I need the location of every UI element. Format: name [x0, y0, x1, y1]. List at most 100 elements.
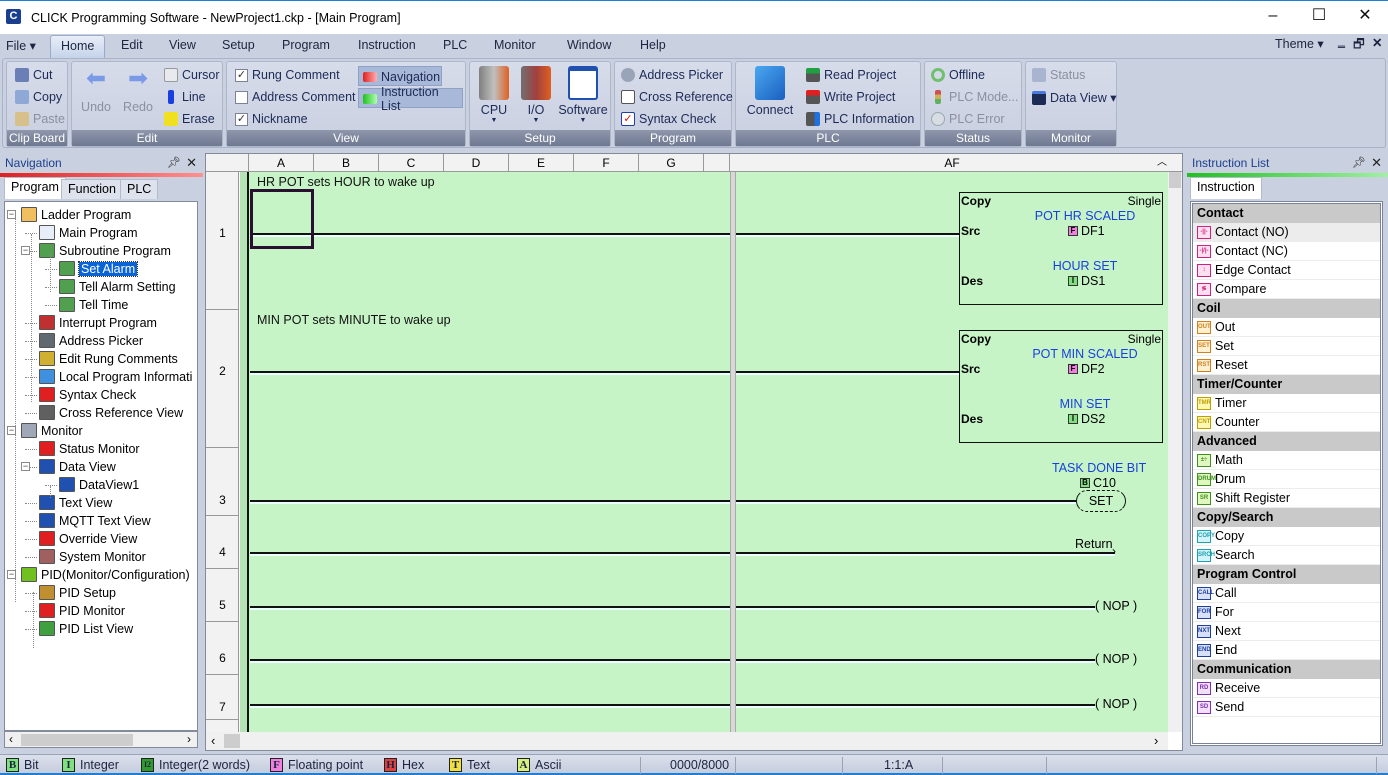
tab-function[interactable]: Function — [61, 179, 123, 199]
instruction-item[interactable]: TMR Timer — [1193, 394, 1380, 413]
nickname-checkbox[interactable]: ✓ Nickname — [235, 112, 308, 126]
instruction-item[interactable]: SRCH Search — [1193, 546, 1380, 565]
nop-coil[interactable]: ( NOP ) — [1095, 652, 1137, 666]
column-header-f[interactable]: F — [574, 154, 639, 172]
rung-number[interactable]: 6 — [206, 622, 239, 675]
column-header-b[interactable]: B — [314, 154, 379, 172]
menu-window[interactable]: Window — [567, 38, 611, 52]
plc-mode-button[interactable]: PLC Mode... — [931, 90, 1018, 104]
copy-instruction-box[interactable]: Copy Single Src Des POT MIN SCALED F DF2 … — [959, 330, 1163, 443]
close-panel-icon[interactable]: ✕ — [186, 153, 197, 173]
scroll-right-arrow-icon[interactable]: › — [187, 732, 191, 746]
menu-file[interactable]: File ▾ — [6, 38, 36, 53]
close-button[interactable]: ✕ — [1342, 1, 1388, 33]
cell-cursor[interactable] — [250, 189, 314, 249]
instruction-item[interactable]: CNT Counter — [1193, 413, 1380, 432]
status-monitor-button[interactable]: Status — [1032, 68, 1085, 82]
read-project-button[interactable]: Read Project — [806, 68, 896, 82]
column-splitter[interactable] — [730, 172, 736, 732]
tab-plc[interactable]: PLC — [120, 179, 159, 199]
tree-item[interactable]: Ladder Program — [21, 206, 131, 223]
syntax-check-button[interactable]: ✓ Syntax Check — [621, 112, 716, 126]
tree-item[interactable]: Monitor — [21, 422, 83, 439]
tree-item[interactable]: PID List View — [39, 620, 133, 637]
tree-item[interactable]: Override View — [39, 530, 137, 547]
navigation-horizontal-scrollbar[interactable]: ‹ › — [4, 731, 198, 748]
offline-button[interactable]: Offline — [931, 68, 985, 82]
ladder-grid[interactable]: HR POT sets HOUR to wake up Copy Single … — [240, 172, 1168, 732]
menu-view[interactable]: View — [169, 38, 196, 52]
collapse-toggle-icon[interactable]: − — [21, 246, 30, 255]
column-header-d[interactable]: D — [444, 154, 509, 172]
instruction-list-toggle[interactable]: Instruction List — [358, 85, 463, 113]
address-picker-button[interactable]: Address Picker — [621, 68, 723, 82]
mdi-restore-button[interactable]: 🗗 — [1353, 35, 1365, 56]
rung-number[interactable]: 7 — [206, 675, 239, 720]
menu-instruction[interactable]: Instruction — [358, 38, 416, 52]
instruction-item[interactable]: DRUM Drum — [1193, 470, 1380, 489]
tree-item[interactable]: System Monitor — [39, 548, 146, 565]
column-header-c[interactable]: C — [379, 154, 444, 172]
rung-comment[interactable]: HR POT sets HOUR to wake up — [257, 175, 435, 189]
connect-button[interactable]: Connect — [742, 66, 798, 117]
pin-icon[interactable]: 📌︎ — [1352, 153, 1366, 173]
tree-item[interactable]: Address Picker — [39, 332, 143, 349]
erase-button[interactable]: Erase — [164, 112, 215, 126]
cut-button[interactable]: Cut — [15, 68, 52, 82]
tree-item[interactable]: Interrupt Program — [39, 314, 157, 331]
tree-item[interactable]: Set Alarm — [59, 260, 139, 277]
instruction-item[interactable]: END End — [1193, 641, 1380, 660]
scroll-left-arrow-icon[interactable]: ‹ — [211, 733, 215, 748]
address-comment-checkbox[interactable]: Address Comment — [235, 90, 356, 104]
menu-help[interactable]: Help — [640, 38, 666, 52]
copy-button[interactable]: Copy — [15, 90, 62, 104]
menu-plc[interactable]: PLC — [443, 38, 467, 52]
tree-item[interactable]: PID Monitor — [39, 602, 125, 619]
instruction-item[interactable]: COPY Copy — [1193, 527, 1380, 546]
ladder-horizontal-scrollbar[interactable]: ‹ › — [206, 732, 1168, 750]
tree-item[interactable]: Main Program — [39, 224, 138, 241]
plc-information-button[interactable]: PLC Information — [806, 112, 914, 126]
column-header-a[interactable]: A — [249, 154, 314, 172]
tree-item[interactable]: Tell Alarm Setting — [59, 278, 176, 295]
instruction-item[interactable]: -|/|- Contact (NC) — [1193, 242, 1380, 261]
theme-dropdown[interactable]: Theme ▾ — [1275, 36, 1324, 51]
tab-program[interactable]: Program — [4, 177, 66, 199]
tree-item[interactable]: PID Setup — [39, 584, 116, 601]
scrollbar-thumb[interactable] — [21, 734, 133, 746]
nop-coil[interactable]: ( NOP ) — [1095, 697, 1137, 711]
collapse-toggle-icon[interactable]: − — [21, 462, 30, 471]
nop-coil[interactable]: ( NOP ) — [1095, 599, 1137, 613]
column-header-e[interactable]: E — [509, 154, 574, 172]
set-coil[interactable]: SET — [1076, 490, 1126, 512]
instruction-item[interactable]: RD Receive — [1193, 679, 1380, 698]
tree-item[interactable]: MQTT Text View — [39, 512, 151, 529]
tree-item[interactable]: Status Monitor — [39, 440, 140, 457]
minimize-button[interactable]: – — [1250, 1, 1296, 33]
write-project-button[interactable]: Write Project — [806, 90, 895, 104]
pin-icon[interactable]: 📌︎ — [167, 153, 181, 173]
return-instruction[interactable]: Return — [1075, 537, 1113, 551]
navigation-toggle[interactable]: Navigation — [358, 66, 442, 86]
copy-instruction-box[interactable]: Copy Single Src Des POT HR SCALED F DF1 H… — [959, 192, 1163, 305]
menu-monitor[interactable]: Monitor — [494, 38, 536, 52]
tree-item[interactable]: Tell Time — [59, 296, 128, 313]
instruction-item[interactable]: SR Shift Register — [1193, 489, 1380, 508]
rung-number[interactable]: 1 — [206, 172, 239, 310]
scroll-right-arrow-icon[interactable]: › — [1154, 733, 1158, 748]
rung-comment[interactable]: MIN POT sets MINUTE to wake up — [257, 313, 451, 327]
rung-number[interactable]: 4 — [206, 516, 239, 569]
tree-item[interactable]: DataView1 — [59, 476, 139, 493]
rung-number[interactable]: 3 — [206, 448, 239, 516]
tree-item[interactable]: Syntax Check — [39, 386, 136, 403]
mdi-minimize-button[interactable]: ‗ — [1338, 34, 1345, 48]
tree-item[interactable]: Data View — [39, 458, 116, 475]
menu-edit[interactable]: Edit — [121, 38, 143, 52]
tree-item[interactable]: Local Program Informati — [39, 368, 192, 385]
maximize-button[interactable]: ☐ — [1296, 1, 1342, 33]
menu-setup[interactable]: Setup — [222, 38, 255, 52]
rung-comment-checkbox[interactable]: ✓ Rung Comment — [235, 68, 340, 82]
software-button[interactable]: Software ▼ — [558, 66, 608, 124]
mdi-close-button[interactable]: ✕ — [1372, 35, 1382, 50]
instruction-item[interactable]: ±÷ Math — [1193, 451, 1380, 470]
